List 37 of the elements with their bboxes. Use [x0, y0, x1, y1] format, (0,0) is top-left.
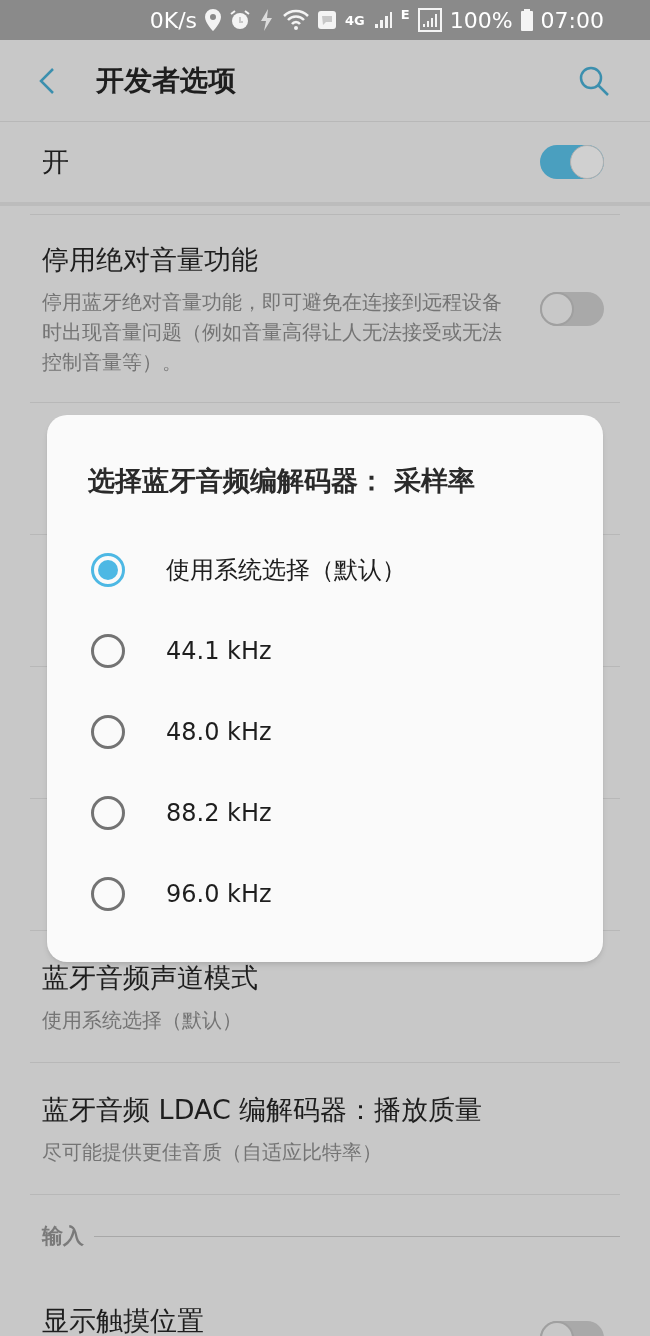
radio-button[interactable]: [91, 633, 125, 668]
network-type: 4G: [345, 13, 365, 27]
location-icon: [205, 9, 222, 31]
alarm-icon: [229, 9, 252, 31]
radio-option[interactable]: 使用系统选择（默认）: [91, 529, 406, 610]
setting-title: 蓝牙音频 LDAC 编解码器：播放质量: [42, 1093, 484, 1128]
setting-description: 停用蓝牙绝对音量功能，即可避免在连接到远程设备时出现音量问题（例如音量高得让人无法接受或无法控制音量等）。: [42, 288, 503, 376]
radio-option[interactable]: 88.2 kHz: [91, 772, 406, 853]
signal-icon: [417, 8, 442, 32]
toggle-switch[interactable]: [540, 291, 604, 326]
switch-label: 开: [42, 144, 70, 179]
toggle-switch[interactable]: [540, 145, 604, 179]
battery-percent: 100%: [449, 6, 513, 35]
radio-button[interactable]: [91, 795, 125, 830]
message-icon: [317, 10, 338, 30]
radio-option[interactable]: 44.1 kHz: [91, 610, 406, 691]
radio-option[interactable]: 96.0 kHz: [91, 853, 406, 934]
setting-description: 使用系统选择（默认）: [42, 1006, 243, 1034]
setting-description: 尽可能提供更佳音质（自适应比特率）: [42, 1138, 383, 1166]
signal-icon: [372, 10, 393, 30]
radio-button[interactable]: [91, 876, 125, 911]
dialog-title: 选择蓝牙音频编解码器： 采样率: [88, 464, 476, 498]
page-title: 开发者选项: [96, 62, 237, 99]
radio-button[interactable]: [91, 552, 125, 587]
radio-button[interactable]: [91, 714, 125, 749]
wifi-icon: [283, 9, 310, 31]
radio-option[interactable]: 48.0 kHz: [91, 691, 406, 772]
network-type: E: [400, 6, 410, 24]
clock: 07:00: [540, 6, 604, 35]
setting-title: 显示触摸位置: [42, 1303, 204, 1336]
battery-icon: [520, 9, 533, 31]
setting-title: 蓝牙音频声道模式: [42, 961, 259, 996]
network-speed: 0K/s: [149, 6, 198, 35]
setting-title: 停用绝对音量功能: [42, 243, 259, 278]
back-icon[interactable]: [38, 66, 56, 95]
search-icon[interactable]: [578, 64, 610, 97]
section-header: 输入: [42, 1223, 84, 1250]
